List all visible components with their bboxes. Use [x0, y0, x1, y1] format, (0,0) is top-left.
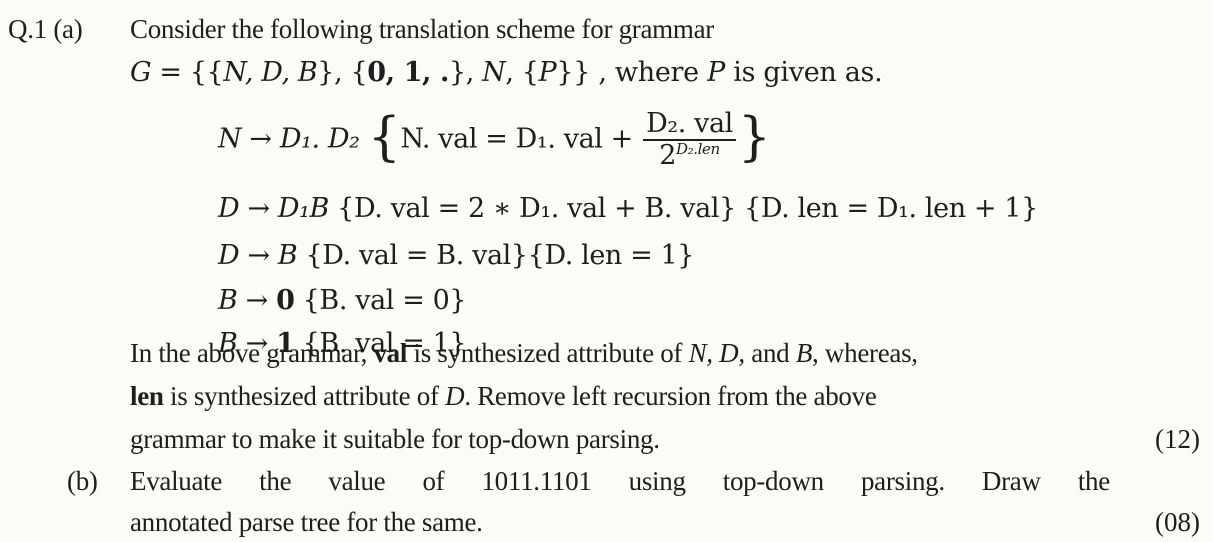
part-b-line-1: Evaluate the value of 1011.1101 using to…: [130, 466, 1110, 497]
p4-arrow: →: [245, 285, 269, 316]
p1-lhs: N: [218, 123, 242, 155]
p3-action-1: D. val = B. val: [322, 240, 511, 271]
p4-lhs: B: [218, 285, 238, 316]
p1-fraction-denominator: 2D₂.len: [643, 141, 736, 170]
paragraph-line-2: len is synthesized attribute of D. Remov…: [130, 381, 877, 412]
p1-open-brace: {: [367, 107, 401, 168]
part-b-marks: (08): [1155, 507, 1200, 537]
p2-action-1: D. val = 2 ∗ D₁. val + B. val: [353, 193, 720, 224]
grammar-symbol: G: [130, 57, 152, 88]
word: parsing.: [860, 466, 945, 496]
binary-number: 1011.1101: [481, 466, 592, 496]
word: top-down: [722, 466, 824, 496]
part-b-line-2: annotated parse tree for the same.: [130, 507, 483, 537]
p1-den-base: 2: [659, 140, 677, 171]
p1-fraction-numerator: D₂. val: [643, 110, 736, 141]
word: Evaluate: [130, 466, 223, 496]
p2-action-2: D. len = D₁. len + 1: [760, 193, 1022, 224]
para-symbols: N, D,: [688, 338, 746, 368]
gd-terminals: 0, 1, .: [367, 57, 449, 88]
gd-mid2: },: [449, 57, 483, 88]
para-len: len: [130, 381, 164, 411]
word: using: [628, 466, 686, 496]
p1-action: N. val = D₁. val +: [400, 123, 642, 155]
paragraph-line-1: In the above grammar, val is synthesized…: [130, 338, 918, 369]
gd-p: P: [707, 57, 725, 88]
p3-rhs: B: [277, 240, 298, 271]
para-symbol-d: D: [445, 381, 465, 411]
part-a-label: (a): [53, 14, 83, 44]
paragraph-line-3: grammar to make it suitable for top-down…: [130, 424, 660, 454]
word: the: [259, 466, 292, 496]
p3-arrow: →: [247, 240, 270, 271]
question-number: Q.1 (a): [8, 14, 83, 45]
word: Draw: [981, 466, 1041, 496]
production-4: B → 0 {B. val = 0}: [218, 285, 467, 316]
para-text: , whereas,: [812, 338, 918, 368]
p2-lhs: D: [218, 193, 240, 224]
word: value: [328, 466, 386, 496]
gd-nonterminals: N, D, B: [223, 57, 318, 88]
part-b-label: (b): [67, 466, 98, 496]
question-number-text: Q.1: [8, 14, 47, 44]
para-symbol-b: B: [795, 338, 813, 368]
part-a-marks: (12): [1155, 424, 1200, 454]
word: of: [422, 466, 445, 496]
para-text: is synthesized attribute of: [407, 338, 689, 368]
p2-arrow: →: [247, 193, 270, 224]
p2-rhs: D₁B: [277, 193, 330, 224]
para-text: and: [744, 338, 796, 368]
grammar-definition: G = {{N, D, B}, {0, 1, .}, N, {P}} , whe…: [130, 57, 883, 88]
gd-prefix: = {{: [159, 57, 224, 88]
production-2: D → D₁B {D. val = 2 ∗ D₁. val + B. val} …: [218, 193, 1038, 224]
part-a-intro: Consider the following translation schem…: [130, 14, 714, 44]
para-text: . Remove left recursion from the above: [464, 381, 877, 411]
gd-mid3: , {: [505, 57, 539, 88]
p1-fraction: D₂. val 2D₂.len: [643, 110, 736, 170]
p1-close-brace: }: [737, 107, 771, 168]
gd-tail: is given as.: [724, 57, 883, 88]
p4-action-1: B. val = 0: [319, 285, 450, 316]
production-1: N → D₁. D₂ {N. val = D₁. val + D₂. val 2D…: [218, 110, 771, 170]
production-3: D → B {D. val = B. val}{D. len = 1}: [218, 240, 695, 271]
gd-prod: P: [538, 57, 557, 88]
gd-mid1: }, {: [317, 57, 368, 88]
para-text: is synthesized attribute of: [163, 381, 446, 411]
gd-start: N: [482, 57, 506, 88]
p1-rhs: D₁. D₂: [279, 123, 360, 155]
para-text: In the above grammar,: [130, 338, 374, 368]
p1-arrow: →: [249, 123, 272, 155]
p1-den-exp: D₂.len: [676, 140, 720, 158]
p3-lhs: D: [218, 240, 240, 271]
para-val: val: [373, 338, 408, 368]
p4-rhs: 0: [276, 285, 295, 316]
gd-suffix: }} , where: [556, 57, 708, 88]
word: the: [1077, 466, 1110, 496]
p3-action-2: D. len = 1: [544, 240, 678, 271]
